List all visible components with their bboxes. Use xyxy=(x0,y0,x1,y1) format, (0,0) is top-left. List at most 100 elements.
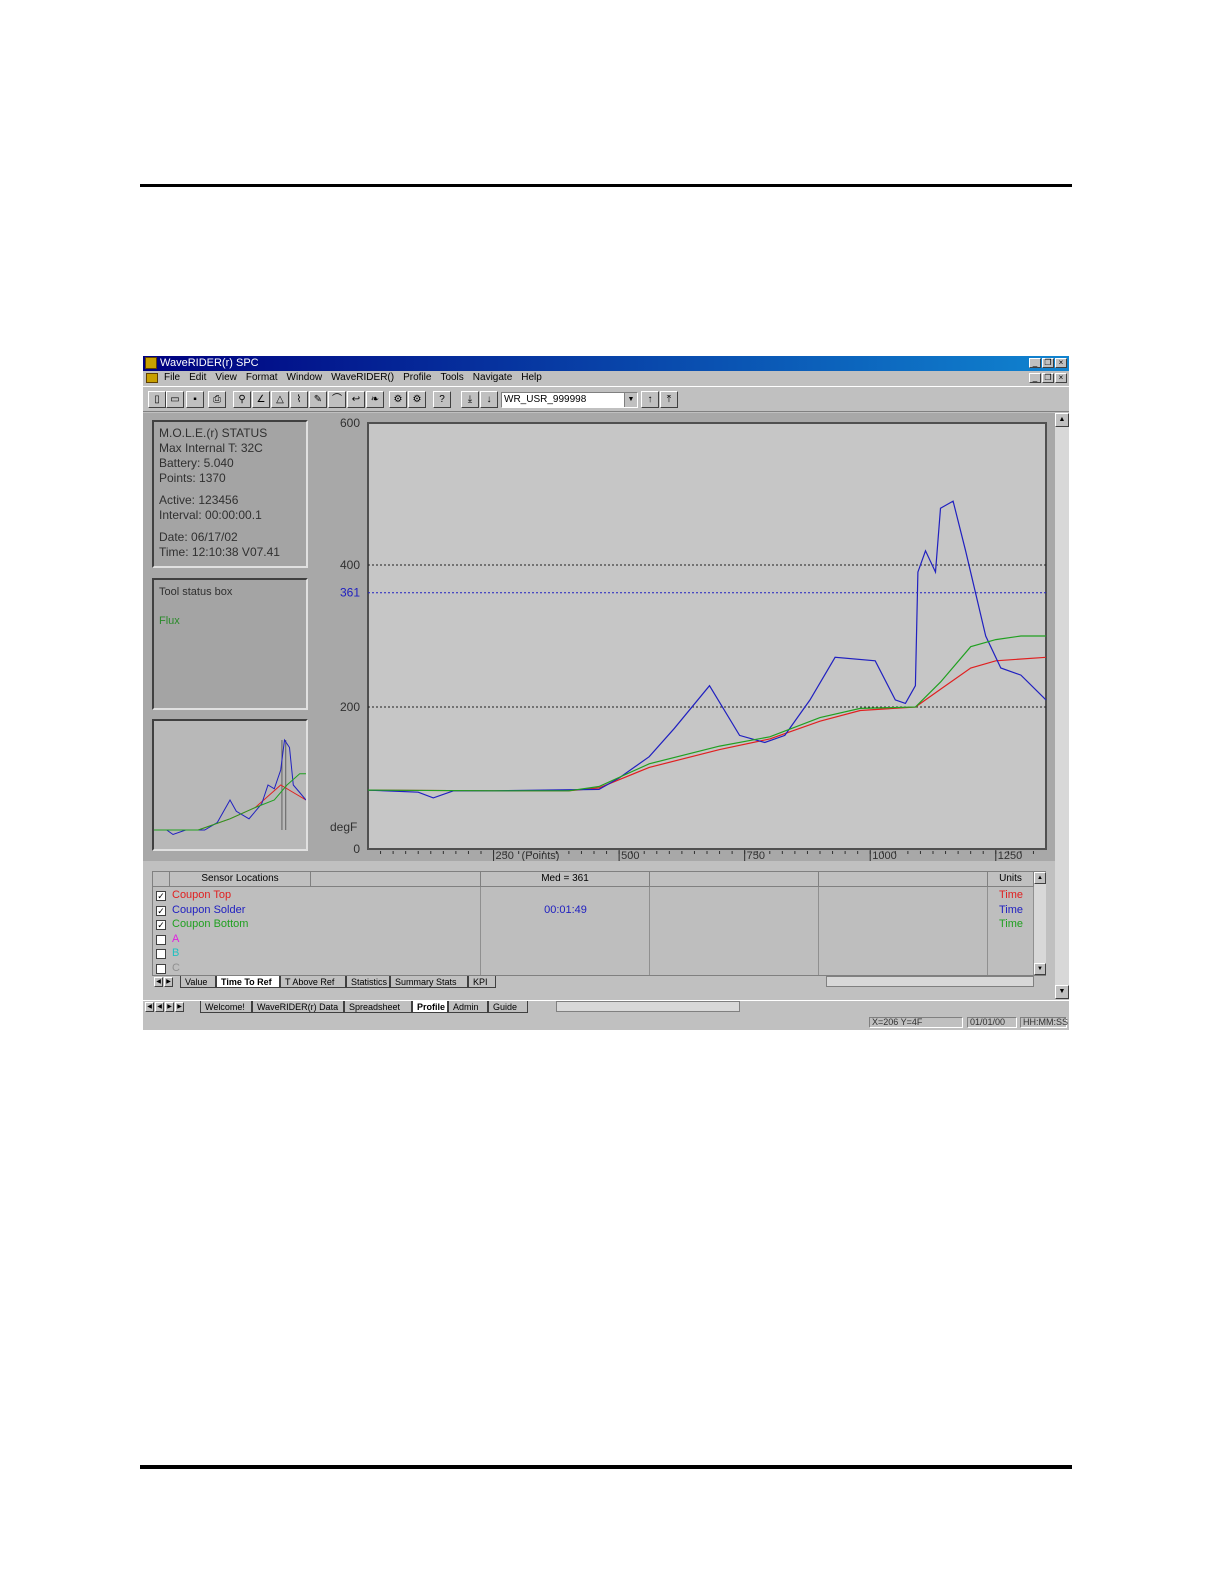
tab-last-icon[interactable]: ▶ xyxy=(175,1002,184,1012)
tab-kpi[interactable]: KPI xyxy=(468,976,496,988)
sensor-icon[interactable]: ⚙ xyxy=(389,391,407,408)
sensor-checkbox[interactable] xyxy=(156,934,166,945)
grid-scroll-up-icon[interactable]: ▲ xyxy=(1034,872,1046,884)
status-points: Points: 1370 xyxy=(159,471,226,485)
tab-guide[interactable]: Guide xyxy=(488,1001,528,1013)
scroll-up-icon[interactable]: ▲ xyxy=(1055,413,1069,427)
sensor-checkbox[interactable] xyxy=(156,963,166,974)
print-icon[interactable]: ⎙ xyxy=(208,391,226,408)
menu-item-help[interactable]: Help xyxy=(521,371,542,385)
tab-admin[interactable]: Admin xyxy=(448,1001,488,1013)
sensor-label: A xyxy=(172,932,180,945)
up-arrow-icon[interactable]: ↑ xyxy=(641,391,659,408)
settings-icon[interactable]: ⚙ xyxy=(408,391,426,408)
menu-item-profile[interactable]: Profile xyxy=(403,371,431,385)
overview-chart[interactable] xyxy=(152,719,308,851)
sensor-row: ✓ Coupon Top xyxy=(153,889,313,903)
feather-icon[interactable]: ✎ xyxy=(309,391,327,408)
tab-welcome[interactable]: Welcome! xyxy=(200,1001,252,1013)
status-date: 01/01/00 xyxy=(967,1017,1017,1028)
grid-column xyxy=(311,887,481,975)
inner-horizontal-scrollbar[interactable] xyxy=(826,976,1034,987)
x-axis-label: (Points) xyxy=(522,850,560,861)
tab-statistics[interactable]: Statistics xyxy=(346,976,390,988)
profile-select[interactable]: WR_USR_999998 ▼ xyxy=(501,392,638,408)
menu-item-tools[interactable]: Tools xyxy=(440,371,463,385)
curve-icon[interactable]: ⌒ xyxy=(328,391,346,408)
new-file-icon[interactable]: ▯ xyxy=(148,391,166,408)
sensor-units: Time xyxy=(998,889,1024,901)
sensor-label: Coupon Bottom xyxy=(172,918,249,930)
tab-spreadsheet[interactable]: Spreadsheet xyxy=(344,1001,412,1013)
angle-icon[interactable]: ∠ xyxy=(252,391,270,408)
minimize-button[interactable]: _ xyxy=(1029,358,1041,368)
grid-vertical-scrollbar[interactable]: ▲ ▼ xyxy=(1034,872,1046,975)
status-coords: X=206 Y=4F xyxy=(869,1017,963,1028)
restore-button[interactable]: ❐ xyxy=(1042,358,1054,368)
profile-chart[interactable]: 600 400 200 0 361 degF 250 500 750 1000 1250 (Point… xyxy=(328,413,1055,862)
hook-icon[interactable]: ↩ xyxy=(347,391,365,408)
grid-header-2[interactable]: Med = 361 xyxy=(481,872,650,887)
tab-waveriderrdata[interactable]: WaveRIDER(r) Data xyxy=(252,1001,344,1013)
tab-taboveref[interactable]: T Above Ref xyxy=(280,976,346,988)
overview-chart-svg xyxy=(154,738,307,836)
menu-item-window[interactable]: Window xyxy=(287,371,323,385)
save-icon[interactable]: ▪ xyxy=(186,391,204,408)
y-axis-label: degF xyxy=(330,820,357,834)
tab-first-icon[interactable]: ◀ xyxy=(145,1002,154,1012)
tool-status-flux: Flux xyxy=(159,615,180,627)
tab-profile[interactable]: Profile xyxy=(412,1001,448,1013)
tab-summarystats[interactable]: Summary Stats xyxy=(390,976,468,988)
sensor-checkbox[interactable]: ✓ xyxy=(156,905,166,916)
menu-item-view[interactable]: View xyxy=(215,371,237,385)
leaf-icon[interactable]: ❧ xyxy=(366,391,384,408)
grid-header-1[interactable] xyxy=(311,872,481,887)
open-folder-icon[interactable]: ▭ xyxy=(166,391,184,408)
app-icon xyxy=(145,357,157,369)
status-bar: X=206 Y=4F 01/01/00 HH:MM:SS xyxy=(143,1015,1069,1030)
sensor-checkbox[interactable] xyxy=(156,949,166,959)
doc-close-button[interactable]: × xyxy=(1055,373,1067,383)
tab-timetoref[interactable]: Time To Ref xyxy=(216,976,280,988)
tab-forward-icon[interactable]: ▶ xyxy=(165,1002,174,1012)
warning-icon[interactable]: △ xyxy=(271,391,289,408)
app-window: WaveRIDER(r) SPC _ ❐ × File Edit View Forma… xyxy=(143,356,1069,1030)
sensor-checkbox[interactable]: ✓ xyxy=(156,891,166,901)
tab-back-icon[interactable]: ◀ xyxy=(155,1002,164,1012)
y-tick-label: 0 xyxy=(353,842,360,856)
document-area: M.O.L.E.(r) STATUS Max Internal T: 32C B… xyxy=(143,413,1055,862)
grid-header-0[interactable]: Sensor Locations xyxy=(170,872,311,887)
scroll-down-icon[interactable]: ▼ xyxy=(1055,985,1069,999)
grid-header-3[interactable] xyxy=(650,872,819,887)
outer-horizontal-scrollbar[interactable] xyxy=(556,1001,740,1012)
sensor-grid: Sensor Locations Med = 361 Units ✓ Coupon To… xyxy=(152,871,1046,976)
grid-header-5[interactable]: Units xyxy=(988,872,1034,887)
doc-restore-button[interactable]: ❐ xyxy=(1042,373,1054,383)
menu-item-waverider[interactable]: WaveRIDER() xyxy=(331,371,394,385)
reference-label: 361 xyxy=(340,586,360,600)
menu-item-edit[interactable]: Edit xyxy=(189,371,206,385)
grid-header-4[interactable] xyxy=(819,872,988,887)
y-tick-label: 400 xyxy=(340,558,360,572)
menu-item-format[interactable]: Format xyxy=(246,371,278,385)
tab-next-icon[interactable]: ▶ xyxy=(164,977,173,987)
go-top-icon[interactable]: ⤒ xyxy=(660,391,678,408)
document-icon[interactable] xyxy=(146,373,158,383)
doc-minimize-button[interactable]: _ xyxy=(1029,373,1041,383)
close-button[interactable]: × xyxy=(1055,358,1067,368)
tab-value[interactable]: Value xyxy=(180,976,216,988)
down-arrow-icon[interactable]: ↓ xyxy=(480,391,498,408)
zoom-icon[interactable]: ⚲ xyxy=(233,391,251,408)
tab-prev-icon[interactable]: ◀ xyxy=(154,977,163,987)
sensor-checkbox[interactable]: ✓ xyxy=(156,920,166,930)
tool-status-box: Tool status box Flux xyxy=(152,578,308,710)
chart-icon[interactable]: ⌇ xyxy=(290,391,308,408)
go-bottom-icon[interactable]: ⤓ xyxy=(461,391,479,408)
menu-item-file[interactable]: File xyxy=(164,371,180,385)
chevron-down-icon[interactable]: ▼ xyxy=(624,393,637,407)
grid-scroll-down-icon[interactable]: ▼ xyxy=(1034,963,1046,975)
menu-item-navigate[interactable]: Navigate xyxy=(473,371,512,385)
help-icon[interactable]: ? xyxy=(433,391,451,408)
main-vertical-scrollbar[interactable]: ▲ ▼ xyxy=(1055,413,1069,999)
plot-area xyxy=(367,422,1047,850)
